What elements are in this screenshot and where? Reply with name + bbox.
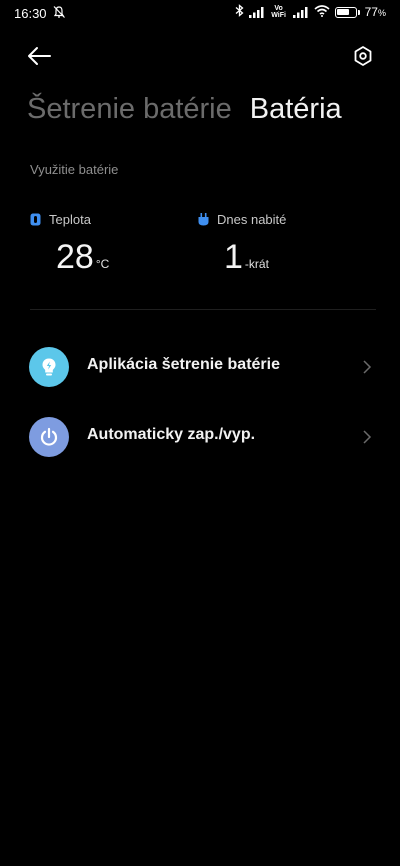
thermometer-icon <box>30 213 41 226</box>
status-icons: Vo WiFi 77% <box>235 4 386 20</box>
arrow-left-icon <box>28 47 51 65</box>
signal-strength-icon <box>248 6 265 18</box>
tab-battery-saver[interactable]: Šetrenie batérie <box>27 93 232 125</box>
battery-icon <box>334 6 357 18</box>
gear-icon <box>354 46 372 66</box>
vowifi-top: Vo <box>274 5 283 12</box>
temperature-value: 28 <box>56 238 94 276</box>
temperature-stat: Teplota 28 °C <box>30 212 109 276</box>
vowifi-bottom: WiFi <box>271 12 286 19</box>
battery-percent: 77% <box>365 5 386 19</box>
charged-today-value: 1 <box>224 238 243 276</box>
battery-usage-label[interactable]: Využitie batérie <box>30 162 118 177</box>
tab-bar: Šetrenie batérie Batéria <box>27 93 342 126</box>
back-button[interactable] <box>26 44 54 68</box>
bulb-bolt-icon <box>29 347 69 387</box>
bluetooth-icon <box>235 4 244 20</box>
battery-percent-unit: % <box>377 8 386 18</box>
temperature-label: Teplota <box>49 212 91 227</box>
auto-on-off-row[interactable]: Automaticky zap./vyp. <box>0 409 400 465</box>
section-divider <box>30 309 376 310</box>
charged-today-unit: -krát <box>244 257 269 271</box>
settings-button[interactable] <box>352 44 374 68</box>
chevron-right-icon <box>363 360 372 374</box>
chevron-right-icon <box>363 430 372 444</box>
battery-tip <box>357 9 360 15</box>
auto-on-off-label: Automaticky zap./vyp. <box>87 426 256 443</box>
tab-battery[interactable]: Batéria <box>250 93 342 125</box>
status-bar: 16:30 Vo WiFi 77% <box>0 0 400 28</box>
status-time: 16:30 <box>14 6 47 21</box>
notifications-muted-icon <box>52 5 66 19</box>
wifi-icon <box>314 4 330 20</box>
signal-strength-icon-2 <box>292 6 309 18</box>
charged-today-stat: Dnes nabité 1 -krát <box>198 212 287 276</box>
vowifi-indicator: Vo WiFi <box>270 5 288 19</box>
plug-icon <box>198 213 209 226</box>
battery-saver-app-row[interactable]: Aplikácia šetrenie batérie <box>0 339 400 395</box>
battery-saver-app-label: Aplikácia šetrenie batérie <box>87 356 280 373</box>
power-icon <box>29 417 69 457</box>
temperature-unit: °C <box>95 257 110 271</box>
charged-today-label: Dnes nabité <box>217 212 287 227</box>
battery-percent-value: 77 <box>364 5 378 19</box>
battery-level-fill <box>337 9 350 15</box>
